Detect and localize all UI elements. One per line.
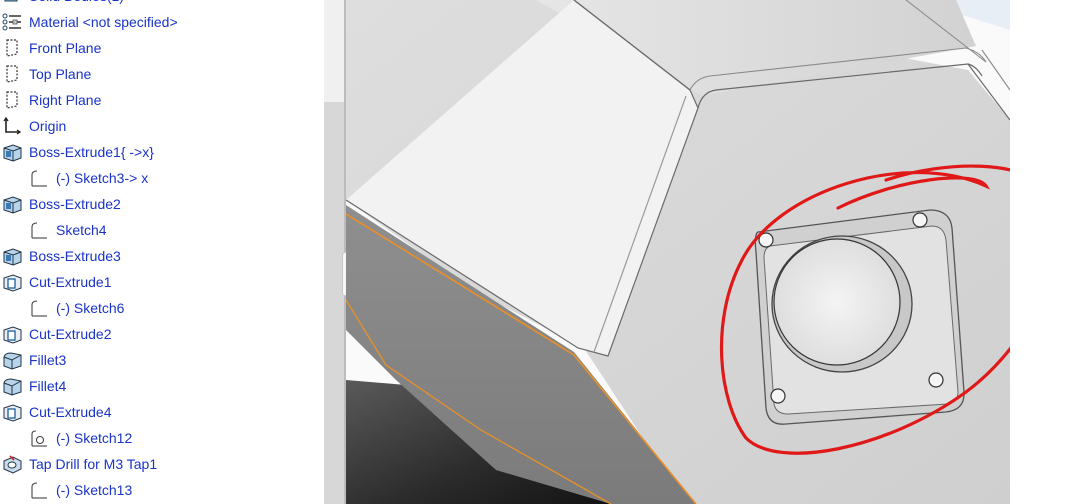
boss-extrude-icon: [1, 193, 23, 215]
tree-item[interactable]: Tap Drill for M3 Tap1: [0, 451, 322, 477]
tree-item-label: (-) Sketch13: [56, 482, 133, 498]
tree-item-label: (-) Sketch6: [56, 300, 125, 316]
hole-wizard-icon: [1, 453, 23, 475]
tree-item-label: Cut-Extrude4: [29, 404, 112, 420]
tree-item[interactable]: (-) Sketch3-> x: [0, 165, 322, 191]
tree-item[interactable]: Top Plane: [0, 61, 322, 87]
tree-item-label: Tap Drill for M3 Tap1: [29, 456, 158, 472]
boss-extrude-icon: [1, 245, 23, 267]
cut-extrude-icon: [1, 323, 23, 345]
sketch-icon: [28, 297, 50, 319]
tree-item[interactable]: Right Plane: [0, 87, 322, 113]
tree-item[interactable]: Solid Bodies(1): [0, 0, 322, 9]
sketch-circle-icon: [28, 427, 50, 449]
model-3d-view[interactable]: [346, 0, 1010, 504]
motor-bore: [773, 238, 901, 366]
tree-item[interactable]: (-) Sketch6: [0, 295, 322, 321]
tree-item-label: Right Plane: [29, 92, 102, 108]
tree-item-label: Front Plane: [29, 40, 102, 56]
right-gutter: [1010, 0, 1080, 504]
solid-bodies-icon: [1, 0, 23, 7]
cut-extrude-icon: [1, 271, 23, 293]
tree-item[interactable]: Boss-Extrude2: [0, 191, 322, 217]
tree-item-label: Fillet3: [29, 352, 67, 368]
plane-icon: [1, 37, 23, 59]
sketch-icon: [28, 167, 50, 189]
tree-item-label: Boss-Extrude3: [29, 248, 121, 264]
graphics-viewport[interactable]: [346, 0, 1010, 504]
tree-item-label: Top Plane: [29, 66, 92, 82]
tree-item-label: Sketch4: [56, 222, 107, 238]
tree-item-label: (-) Sketch3-> x: [56, 170, 149, 186]
boss-extrude-icon: [1, 141, 23, 163]
tree-item[interactable]: Fillet3: [0, 347, 322, 373]
tree-item-label: Boss-Extrude1{ ->x}: [29, 144, 154, 160]
tree-item[interactable]: Cut-Extrude4: [0, 399, 322, 425]
tree-item-label: Cut-Extrude2: [29, 326, 112, 342]
tree-item[interactable]: Origin: [0, 113, 322, 139]
tree-item-label: Cut-Extrude1: [29, 274, 112, 290]
plane-icon: [1, 89, 23, 111]
sketch-icon: [28, 479, 50, 501]
fillet-icon: [1, 375, 23, 397]
tree-item[interactable]: (-) Sketch13: [0, 477, 322, 503]
sketch-icon: [28, 219, 50, 241]
tree-item[interactable]: Boss-Extrude1{ ->x}: [0, 139, 322, 165]
tree-item-label: Boss-Extrude2: [29, 196, 121, 212]
mounting-hole-top-right: [912, 212, 928, 228]
tree-item-label: Fillet4: [29, 378, 67, 394]
tree-item[interactable]: Sketch4: [0, 217, 322, 243]
feature-manager-tree: Solid Bodies(1) Material <not specified> F…: [0, 0, 324, 504]
tree-item[interactable]: Material <not specified>: [0, 9, 322, 35]
tree-item[interactable]: Cut-Extrude1: [0, 269, 322, 295]
tree-item[interactable]: Front Plane: [0, 35, 322, 61]
tree-item[interactable]: Fillet4: [0, 373, 322, 399]
tree-item[interactable]: Cut-Extrude2: [0, 321, 322, 347]
tree-item[interactable]: Boss-Extrude3: [0, 243, 322, 269]
tree-scrollbar-thumb[interactable]: [324, 102, 344, 504]
tree-item[interactable]: (-) Sketch12: [0, 425, 322, 451]
fillet-icon: [1, 349, 23, 371]
plane-icon: [1, 63, 23, 85]
tree-item-label: Solid Bodies(1): [29, 0, 124, 9]
origin-icon: [1, 115, 23, 137]
cut-extrude-icon: [1, 401, 23, 423]
mounting-hole-bottom-left: [770, 388, 786, 404]
tree-item-label: Origin: [29, 118, 67, 134]
tree-item-label: (-) Sketch12: [56, 430, 133, 446]
material-icon: [1, 11, 23, 33]
tree-item-label: Material <not specified>: [29, 14, 178, 30]
mounting-hole-bottom-right: [928, 372, 944, 388]
